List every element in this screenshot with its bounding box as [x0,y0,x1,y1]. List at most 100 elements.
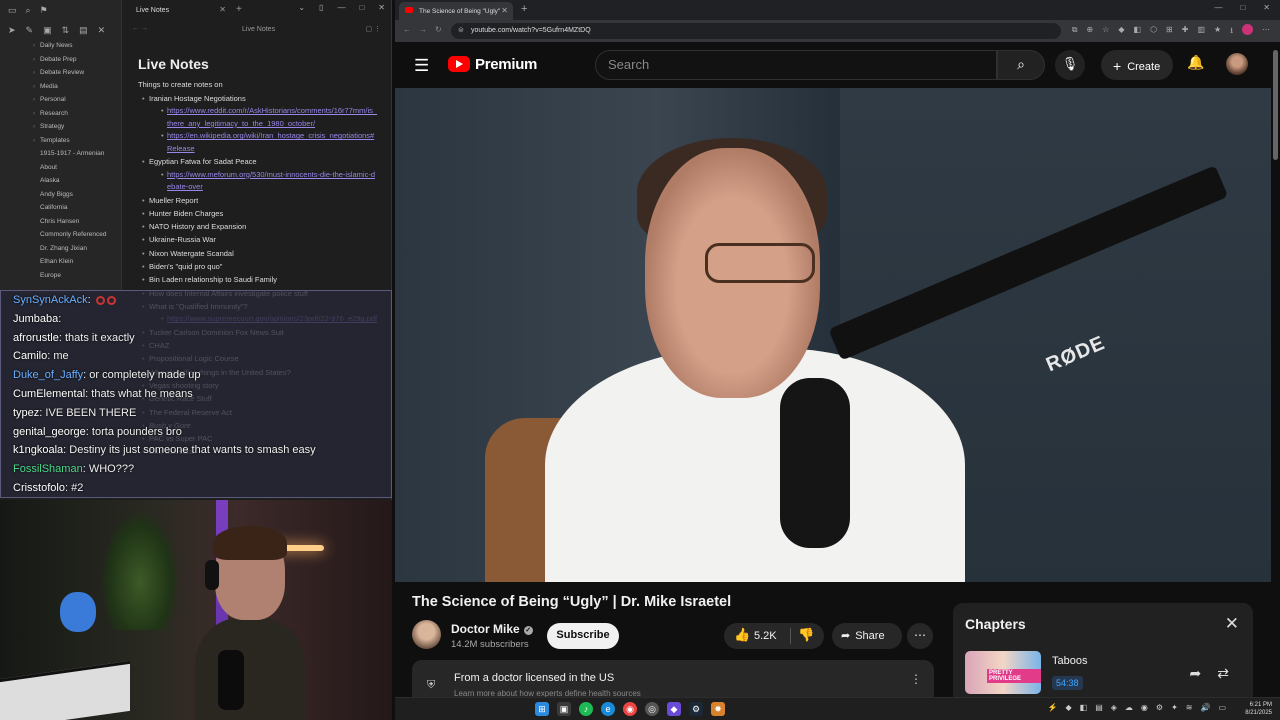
video-player[interactable]: RØDE [395,88,1271,582]
maximize-icon[interactable]: □ [1240,3,1245,12]
file-tree-item[interactable]: Europe [0,272,121,286]
subscribe-button[interactable]: Subscribe [547,623,619,649]
file-tree-item[interactable]: Andy Biggs [0,191,121,205]
dislike-icon[interactable]: 👎 [798,627,814,643]
like-count[interactable]: 5.2K [754,630,777,642]
loop-icon[interactable]: ⇄ [1217,665,1229,682]
file-tree-item[interactable]: Chris Hansen [0,218,121,232]
search-icon[interactable]: ⌕ [26,5,31,16]
link-text[interactable]: https://www.reddit.com/r/AskHistorians/c… [167,106,377,128]
install-icon[interactable]: ⧉ [1072,25,1078,39]
file-tree-item[interactable]: 1915-1917 - Armenian [0,150,121,164]
link-text[interactable]: https://en.wikipedia.org/wiki/Iran_hosta… [167,131,374,153]
file-tree-item[interactable]: California [0,204,121,218]
voice-search-button[interactable]: 🎙 [1055,50,1085,80]
youtube-logo-icon[interactable] [448,56,470,72]
zoom-icon[interactable]: ⊕ [1086,25,1093,39]
close-icon[interactable]: ✕ [98,25,106,36]
channel-avatar[interactable] [412,620,441,649]
edge-icon[interactable]: e [601,702,615,716]
close-tab-icon[interactable]: ✕ [501,6,508,15]
view-options-icon[interactable]: ▢ ⋮ [365,25,381,33]
file-tree-item[interactable]: Media [0,83,121,97]
minimize-icon[interactable]: — [337,3,345,12]
wifi-icon[interactable]: ≋ [1186,703,1193,712]
maximize-icon[interactable]: □ [359,3,364,12]
app-icon[interactable]: ✸ [711,702,725,716]
file-tree-item[interactable]: Templates [0,137,121,151]
nav-buttons-icon[interactable]: ←→↻ [403,25,450,34]
collapse-icon[interactable]: ▤ [79,25,88,36]
file-tree-item[interactable]: Daily News [0,42,121,56]
tray-icon[interactable]: ◧ [1080,703,1088,712]
note-link[interactable]: https://www.meforum.org/530/must-innocen… [138,169,378,194]
profile-avatar[interactable] [1242,24,1253,35]
scrollbar-thumb[interactable] [1273,50,1278,160]
hamburger-menu-icon[interactable]: ☰ [414,56,429,76]
channel-name[interactable]: Doctor Mike ✓ [451,622,533,636]
extension-icon[interactable]: ⊞ [1166,25,1173,39]
menu-icon[interactable]: ⋯ [1262,25,1270,39]
share-button[interactable]: ➦ Share [832,623,902,649]
downloads-icon[interactable]: ⭳ [1230,25,1233,39]
file-tree-item[interactable]: Personal [0,96,121,110]
chapter-name[interactable]: Taboos [1052,655,1087,667]
create-button[interactable]: + Create [1101,50,1173,80]
extension-icon[interactable]: ◧ [1134,25,1142,39]
file-tree-item[interactable]: Research [0,110,121,124]
star-icon[interactable]: ☆ [1102,25,1109,39]
file-tree-item[interactable]: Ethan Klein [0,258,121,272]
like-icon[interactable]: 👍 [734,627,750,643]
steam-icon[interactable]: ⚙ [689,702,703,716]
tray-icon[interactable]: ◈ [1111,703,1117,712]
file-tree-item[interactable]: Dr. Zhang Jixian [0,245,121,259]
tray-icon[interactable]: ⚙ [1156,703,1163,712]
dropdown-icon[interactable]: ⌄ [298,3,305,12]
send-icon[interactable]: ➤ [8,25,16,36]
tray-icon[interactable]: ▤ [1095,703,1103,712]
extension-icon[interactable]: ⬡ [1150,25,1157,39]
file-tree-item[interactable]: Debate Review [0,69,121,83]
start-icon[interactable]: ⊞ [535,702,549,716]
new-folder-icon[interactable]: ▣ [43,25,52,36]
tray-icon[interactable]: ☁ [1125,703,1133,712]
tray-icon[interactable]: ◉ [1141,703,1148,712]
premium-wordmark[interactable]: Premium [475,56,537,73]
tray-icon[interactable]: ✦ [1171,703,1178,712]
tab-youtube[interactable]: The Science of Being "Ugly" ✕ [399,2,513,20]
app-icon[interactable]: ◎ [645,702,659,716]
site-info-icon[interactable]: ⊜ [458,26,464,34]
chrome-icon[interactable]: ◉ [623,702,637,716]
extension-icon[interactable]: ◆ [1118,25,1124,39]
close-window-icon[interactable]: ✕ [1263,3,1270,12]
battery-icon[interactable]: ▭ [1218,703,1226,712]
file-tree-item[interactable]: About [0,164,121,178]
file-tree-item[interactable]: Strategy [0,123,121,137]
volume-icon[interactable]: 🔊 [1200,703,1210,712]
search-button[interactable]: ⌕ [997,50,1045,80]
link-text[interactable]: https://www.meforum.org/530/must-innocen… [167,170,375,192]
split-icon[interactable]: ▥ [1197,25,1205,39]
sidebar-toggle-icon[interactable]: ▯ [319,3,323,12]
file-tree-item[interactable]: Debate Prep [0,56,121,70]
favorites-icon[interactable]: ★ [1214,25,1221,39]
note-link[interactable]: https://www.reddit.com/r/AskHistorians/c… [138,105,378,130]
notifications-bell-icon[interactable]: 🔔 [1187,54,1204,71]
tray-icon[interactable]: ◆ [1065,703,1071,712]
task-view-icon[interactable]: ▣ [557,702,571,716]
search-input[interactable]: Search [595,50,997,80]
more-options-icon[interactable]: ⋮ [910,672,922,686]
chapter-time[interactable]: 54:38 [1052,676,1083,690]
new-tab-icon[interactable]: + [521,3,527,15]
file-tree-item[interactable]: Alaska [0,177,121,191]
close-tab-icon[interactable]: ✕ [219,5,226,14]
chapter-thumbnail[interactable]: PRETTY PRIVILEGE [965,651,1041,694]
close-window-icon[interactable]: ✕ [378,3,385,12]
page-scrollbar[interactable] [1271,42,1280,697]
account-avatar[interactable] [1226,53,1248,75]
tab-live-notes[interactable]: Live Notes ✕ [128,2,232,19]
folder-icon[interactable]: ▭ [8,5,17,16]
bookmark-icon[interactable]: ⚑ [40,5,48,16]
sort-icon[interactable]: ⇅ [62,25,70,36]
new-note-icon[interactable]: ✎ [26,25,34,36]
